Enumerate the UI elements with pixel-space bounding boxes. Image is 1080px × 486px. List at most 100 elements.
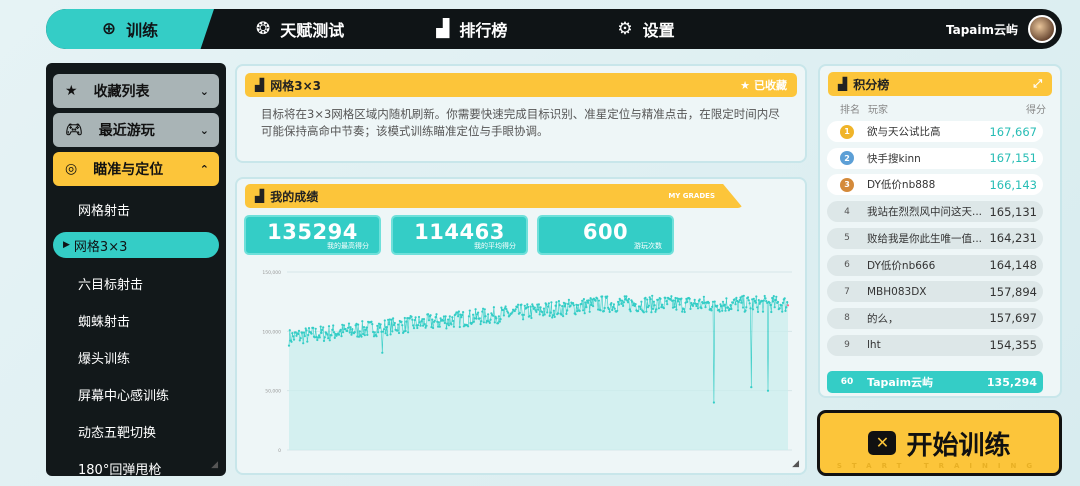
sidebar-category-favorites[interactable]: ★ 收藏列表 ⌄: [53, 74, 219, 108]
tab-leaderboard[interactable]: ▟ 排行榜: [416, 9, 527, 49]
tab-training[interactable]: ⊕ 训练: [46, 9, 214, 49]
score-point: [461, 314, 464, 317]
sidebar-category-recent[interactable]: 🎮︎ 最近游玩 ⌄: [53, 113, 219, 147]
player-score: 164,231: [989, 231, 1037, 246]
score-point: [326, 333, 329, 336]
expand-icon[interactable]: ⤢: [1033, 77, 1042, 91]
score-point: [724, 309, 727, 312]
score-point: [414, 316, 417, 319]
score-point: [339, 328, 342, 331]
score-point: [736, 309, 740, 312]
score-point: [405, 320, 408, 323]
player-score: 164,148: [989, 258, 1037, 272]
score-point: [317, 334, 321, 337]
sidebar-item-spider[interactable]: 蜘蛛射击: [78, 311, 130, 330]
score-point: [383, 319, 386, 322]
sidebar-item-grid-shooting[interactable]: 网格射击: [78, 200, 130, 219]
score-point: [745, 306, 748, 309]
score-point: [328, 339, 331, 342]
score-point: [721, 309, 724, 312]
score-point: [562, 315, 565, 318]
score-point: [302, 331, 306, 334]
start-training-button[interactable]: ✕ 开始训练 START TRAINING: [817, 410, 1062, 476]
score-point: [539, 306, 542, 309]
score-point: [700, 307, 703, 310]
score-point: [651, 294, 654, 297]
score-point: [382, 328, 386, 331]
score-point: [563, 305, 566, 308]
score-point: [337, 333, 341, 336]
score-point: [291, 332, 294, 335]
score-point: [691, 304, 695, 307]
score-point: [612, 303, 615, 306]
score-point: [475, 317, 478, 320]
score-point: [520, 303, 523, 306]
my-score: 135,294: [986, 375, 1037, 389]
score-point: [298, 339, 301, 342]
rank-medal: 2: [827, 151, 867, 166]
score-point: [479, 323, 482, 326]
score-point: [522, 313, 525, 316]
score-point: [318, 336, 321, 339]
my-name: Tapaim云屿: [867, 376, 934, 389]
score-point: [587, 299, 590, 302]
leaderboard-row: 2 快手搜kinn 167,151: [827, 147, 1043, 169]
score-point: [621, 299, 624, 302]
podium-icon: ▟: [436, 19, 450, 39]
user-profile[interactable]: Tapaim云屿: [946, 15, 1062, 43]
score-point: [446, 322, 449, 325]
score-point: [718, 310, 721, 313]
player-score: 167,667: [989, 124, 1037, 139]
sidebar-category-aim[interactable]: ◎ 瞄准与定位 ⌃: [53, 152, 219, 186]
score-point: [627, 297, 630, 301]
score-point: [622, 304, 625, 307]
score-point: [378, 326, 381, 329]
score-point: [620, 302, 623, 305]
score-point: [468, 309, 471, 312]
favorite-toggle[interactable]: ★ 已收藏: [740, 77, 787, 93]
score-point: [330, 334, 333, 337]
score-point: [588, 310, 591, 313]
sidebar: ★ 收藏列表 ⌄ 🎮︎ 最近游玩 ⌄ ◎ 瞄准与定位 ⌃ 网格射击 ▶ 网格3×…: [46, 63, 226, 476]
score-point: [713, 300, 716, 303]
score-point: [307, 333, 310, 337]
sidebar-item-flick[interactable]: 180°回弹甩枪: [78, 459, 161, 476]
score-point: [423, 323, 426, 326]
tab-talent-test[interactable]: ❂ 天赋测试: [236, 9, 364, 49]
score-point: [783, 297, 786, 300]
mode-info-panel: ▟ 网格3×3 ★ 已收藏 目标将在3×3网格区域内随机刷新。你需要快速完成目标…: [235, 64, 807, 163]
stat-play-count: 600 游玩次数: [537, 215, 674, 255]
score-point: [662, 307, 665, 310]
score-point: [577, 304, 580, 307]
sidebar-item-headshot[interactable]: 爆头训练: [78, 348, 130, 367]
score-point: [527, 305, 530, 309]
score-point: [785, 306, 788, 309]
favorite-label: 已收藏: [754, 79, 787, 92]
score-point: [417, 315, 421, 319]
score-point: [755, 295, 758, 298]
avatar[interactable]: [1028, 15, 1056, 43]
score-point: [481, 310, 484, 313]
score-point: [498, 320, 501, 323]
score-point: [312, 326, 315, 329]
score-point: [342, 324, 346, 327]
score-point: [542, 307, 545, 310]
score-point: [379, 323, 382, 326]
mode-description: 目标将在3×3网格区域内随机刷新。你需要快速完成目标识别、准星定位与精准点击，在…: [261, 107, 780, 138]
sidebar-item-dynamic-five[interactable]: 动态五靶切换: [78, 422, 156, 441]
score-point: [560, 313, 563, 316]
sidebar-item-screen-center[interactable]: 屏幕中心感训练: [78, 385, 169, 404]
score-point: [530, 316, 533, 320]
score-point: [625, 295, 628, 298]
score-point: [734, 303, 737, 306]
score-point: [297, 329, 301, 332]
sidebar-item-six-targets[interactable]: 六目标射击: [78, 274, 143, 293]
score-point: [653, 304, 656, 307]
score-point: [567, 302, 570, 306]
score-point: [670, 295, 673, 298]
score-point: [762, 299, 765, 302]
tab-settings[interactable]: ⚙ 设置: [597, 9, 694, 49]
score-point: [647, 304, 650, 307]
sidebar-item-grid-3x3[interactable]: ▶ 网格3×3: [53, 232, 219, 258]
score-point: [310, 332, 313, 335]
